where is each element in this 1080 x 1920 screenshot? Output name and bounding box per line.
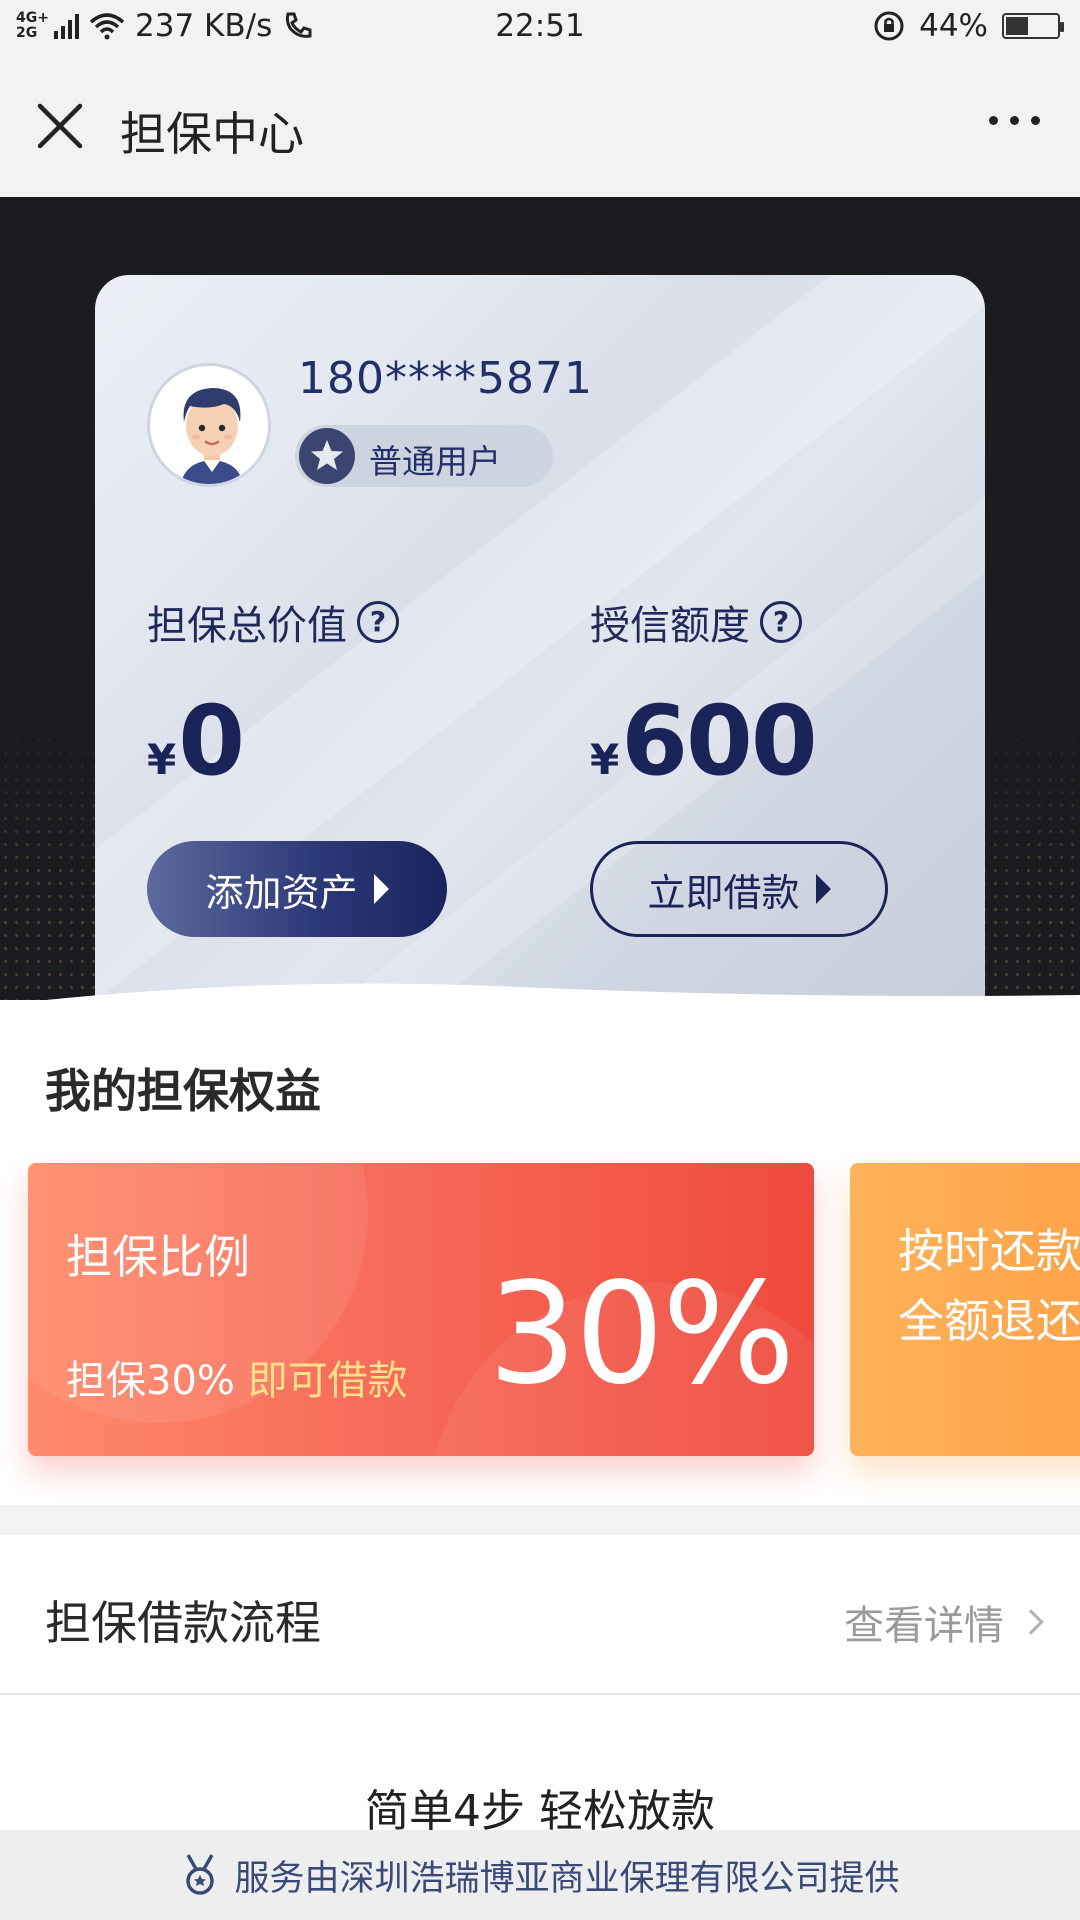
hero-section: 180****5871 普通用户 担保总价值 ? ¥0 授信额度 ? ¥600 … [0,197,1080,1047]
credit-limit-label: 授信额度 ? [590,593,802,651]
section-title: 我的担保权益 [45,1064,321,1118]
avatar[interactable] [147,363,271,487]
refund-card-line1: 按时还款 [898,1224,1080,1278]
help-icon[interactable]: ? [357,601,399,643]
refund-card-line2: 全额退还 [898,1294,1080,1348]
star-badge-icon [299,428,355,484]
play-arrow-icon [373,874,389,904]
view-details-label: 查看详情 [844,1603,1004,1649]
refund-card[interactable]: 按时还款 全额退还 [850,1163,1080,1456]
guarantee-total-value: ¥0 [147,685,245,797]
help-icon[interactable]: ? [760,601,802,643]
user-level: 普通用户 [369,442,501,481]
nav-bar: 担保中心 [0,60,1080,197]
currency-symbol: ¥ [147,735,177,784]
rotation-lock-icon [874,11,904,41]
play-arrow-icon [815,874,831,904]
avatar-icon [152,368,268,484]
ratio-card-value: 30% [488,1253,795,1416]
benefits-section: 我的担保权益 担保比例 担保30% 即可借款 30% 按时还款 全额退还 [0,1000,1080,1505]
user-phone: 180****5871 [298,353,593,404]
section-gap [0,1505,1080,1535]
guarantee-total-number: 0 [178,685,245,797]
process-title: 担保借款流程 [45,1596,321,1650]
battery-percent: 44% [919,8,988,44]
close-icon[interactable] [30,96,90,156]
battery-level [1006,17,1028,35]
account-card: 180****5871 普通用户 担保总价值 ? ¥0 授信额度 ? ¥600 … [95,275,985,1035]
footer: 服务由深圳浩瑞博亚商业保理有限公司提供 [0,1830,1080,1920]
credit-limit-number: 600 [621,685,817,797]
loan-process-row[interactable]: 担保借款流程 查看详情 [0,1535,1080,1695]
guarantee-total-label: 担保总价值 ? [147,593,399,651]
add-assets-label: 添加资产 [205,870,358,915]
borrow-now-label: 立即借款 [647,870,800,915]
credit-limit-label-text: 授信额度 [590,603,750,649]
status-bar: 4G+ 2G 237 KB/s 22:51 44% [0,0,1080,60]
chevron-right-icon [1018,1609,1044,1635]
guarantee-total-label-text: 担保总价值 [147,603,347,649]
more-icon[interactable] [989,116,1040,125]
view-details-link[interactable]: 查看详情 [844,1593,1044,1651]
add-assets-button[interactable]: 添加资产 [147,841,447,937]
guarantee-ratio-card[interactable]: 担保比例 担保30% 即可借款 30% [28,1163,814,1456]
medal-icon [186,1854,215,1895]
status-right: 44% [873,8,1064,44]
ratio-card-sub-prefix: 担保30% [66,1358,235,1404]
battery-icon [1002,13,1064,39]
currency-symbol: ¥ [590,735,620,784]
ratio-card-title: 担保比例 [66,1230,250,1284]
credit-limit-value: ¥600 [590,685,818,797]
user-level-badge: 普通用户 [295,425,553,487]
ratio-card-sub-highlight: 即可借款 [247,1358,408,1404]
borrow-now-button[interactable]: 立即借款 [590,841,888,937]
ratio-card-subtitle: 担保30% 即可借款 [66,1348,408,1406]
footer-text: 服务由深圳浩瑞博亚商业保理有限公司提供 [234,1858,900,1899]
page-title: 担保中心 [120,107,304,161]
